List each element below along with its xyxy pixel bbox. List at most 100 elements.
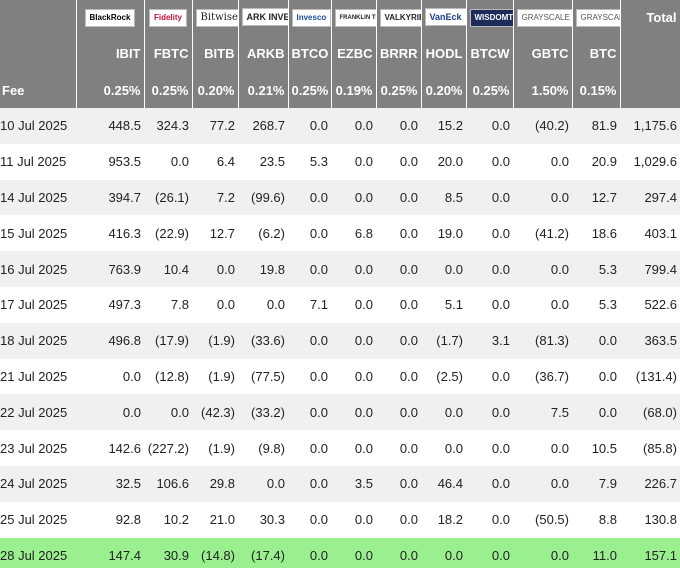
ticker-btcw: BTCW (466, 34, 514, 72)
ticker-bitb: BITB (192, 34, 239, 72)
flow-btc: 12.7 (572, 179, 620, 216)
ticker-arkb: ARKB (238, 34, 289, 72)
franklin-logo: FRANKLIN TEMPLETON (331, 0, 377, 34)
table-row: 14 Jul 2025 394.7 (26.1) 7.2 (99.6) 0.0 0.0 0.0… (0, 179, 680, 216)
issuer-logo-row: BlackRock Fidelity Bitwise ARK INVEST In… (0, 0, 680, 34)
flow-brrr: 0.0 (376, 179, 421, 216)
flow-brrr: 0.0 (376, 465, 421, 502)
flow-gbtc: 0.0 (513, 537, 572, 568)
row-date: 18 Jul 2025 (0, 322, 76, 359)
flow-gbtc: (36.7) (513, 358, 572, 395)
table-row: 22 Jul 2025 0.0 0.0 (42.3) (33.2) 0.0 0.0 0.0 0.… (0, 394, 680, 431)
flow-total: 799.4 (620, 251, 680, 287)
flow-ezbc: 0.0 (331, 537, 376, 568)
flow-ibit: 0.0 (76, 394, 144, 431)
fee-btcw: 0.25% (466, 72, 514, 108)
flow-total: 522.6 (620, 286, 680, 323)
ticker-btc: BTC (572, 34, 621, 72)
table-row: 25 Jul 2025 92.8 10.2 21.0 30.3 0.0 0.0 0.0 18.2… (0, 501, 680, 538)
valkyrie-logo: VALKYRIE (376, 0, 422, 34)
row-date: 23 Jul 2025 (0, 430, 76, 466)
flow-total: 1,029.6 (620, 143, 680, 180)
flow-bitb: (42.3) (192, 394, 238, 431)
table-row: 11 Jul 2025 953.5 0.0 6.4 23.5 5.3 0.0 0.0 20.0 0… (0, 143, 680, 180)
flow-ibit: 763.9 (76, 251, 144, 287)
flow-gbtc: 0.0 (513, 251, 572, 287)
flow-ezbc: 0.0 (331, 394, 376, 431)
flow-total: (85.8) (620, 430, 680, 466)
etf-flow-table: BlackRock Fidelity Bitwise ARK INVEST In… (0, 0, 680, 568)
table-row: 15 Jul 2025 416.3 (22.9) 12.7 (6.2) 0.0 6.8 0.0… (0, 215, 680, 252)
flow-hodl: 0.0 (421, 537, 466, 568)
flow-btcw: 0.0 (466, 143, 513, 180)
flow-btcw: 0.0 (466, 465, 513, 502)
invesco-logo: Invesco (288, 0, 332, 34)
flow-hodl: 18.2 (421, 501, 466, 538)
fee-ezbc: 0.19% (331, 72, 377, 108)
flow-fbtc: 7.8 (144, 286, 192, 323)
flow-total: 157.1 (620, 537, 680, 568)
flow-total: 1,175.6 (620, 108, 680, 144)
flow-fbtc: 10.2 (144, 501, 192, 538)
flow-arkb: (77.5) (238, 358, 288, 395)
flow-ibit: 497.3 (76, 286, 144, 323)
flow-total: 130.8 (620, 501, 680, 538)
flow-ibit: 496.8 (76, 322, 144, 359)
flow-btcw: 0.0 (466, 215, 513, 252)
flow-brrr: 0.0 (376, 501, 421, 538)
flow-bitb: 7.2 (192, 179, 238, 216)
flow-ezbc: 0.0 (331, 286, 376, 323)
flow-bitb: (1.9) (192, 358, 238, 395)
fee-hodl: 0.20% (421, 72, 467, 108)
flow-arkb: (6.2) (238, 215, 288, 252)
row-date: 16 Jul 2025 (0, 251, 76, 287)
flow-bitb: 29.8 (192, 465, 238, 502)
flow-fbtc: 0.0 (144, 143, 192, 180)
flow-gbtc: (41.2) (513, 215, 572, 252)
flow-arkb: (99.6) (238, 179, 288, 216)
ticker-row: IBIT FBTC BITB ARKB BTCO EZBC BRRR HODL … (0, 34, 680, 72)
flow-fbtc: (26.1) (144, 179, 192, 216)
flow-btco: 0.0 (288, 430, 331, 466)
row-date: 17 Jul 2025 (0, 286, 76, 323)
flow-hodl: 19.0 (421, 215, 466, 252)
ticker-ezbc: EZBC (331, 34, 377, 72)
flow-gbtc: 0.0 (513, 465, 572, 502)
row-date: 22 Jul 2025 (0, 394, 76, 431)
fee-btco: 0.25% (288, 72, 332, 108)
flow-fbtc: (17.9) (144, 322, 192, 359)
flow-ibit: 142.6 (76, 430, 144, 466)
flow-btcw: 0.0 (466, 430, 513, 466)
row-date: 25 Jul 2025 (0, 501, 76, 538)
flow-btco: 7.1 (288, 286, 331, 323)
flow-hodl: (1.7) (421, 322, 466, 359)
flow-ibit: 416.3 (76, 215, 144, 252)
flow-ezbc: 3.5 (331, 465, 376, 502)
flow-btco: 0.0 (288, 179, 331, 216)
ticker-fbtc: FBTC (144, 34, 193, 72)
wisdomtree-logo: WISDOMTREE (466, 0, 514, 34)
flow-table-body: 10 Jul 2025 448.5 324.3 77.2 268.7 0.0 0.0 0.0 1… (0, 108, 680, 568)
ticker-row-label (0, 34, 77, 72)
table-row: 16 Jul 2025 763.9 10.4 0.0 19.8 0.0 0.0 0.0 0.0 0… (0, 251, 680, 287)
flow-brrr: 0.0 (376, 286, 421, 323)
flow-brrr: 0.0 (376, 143, 421, 180)
flow-ezbc: 0.0 (331, 108, 376, 144)
row-date: 28 Jul 2025 (0, 537, 76, 568)
fee-ibit: 0.25% (76, 72, 145, 108)
flow-brrr: 0.0 (376, 215, 421, 252)
flow-btc: 10.5 (572, 430, 620, 466)
row-date: 24 Jul 2025 (0, 465, 76, 502)
vaneck-logo: VanEck (421, 0, 467, 34)
flow-arkb: 19.8 (238, 251, 288, 287)
flow-hodl: (2.5) (421, 358, 466, 395)
corner-cell (0, 0, 77, 34)
fee-btc: 0.15% (572, 72, 621, 108)
flow-fbtc: 0.0 (144, 394, 192, 431)
flow-brrr: 0.0 (376, 430, 421, 466)
flow-arkb: 30.3 (238, 501, 288, 538)
flow-bitb: 0.0 (192, 286, 238, 323)
flow-hodl: 20.0 (421, 143, 466, 180)
flow-ibit: 394.7 (76, 179, 144, 216)
flow-fbtc: 10.4 (144, 251, 192, 287)
